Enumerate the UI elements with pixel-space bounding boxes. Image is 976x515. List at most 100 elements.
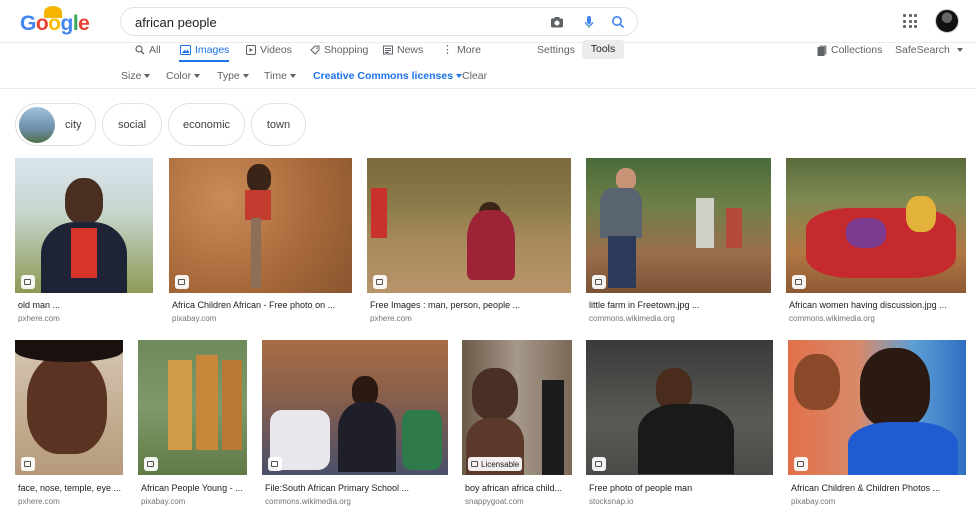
tab-all[interactable]: All — [135, 43, 161, 57]
filter-label: Creative Commons licenses — [313, 70, 454, 82]
result-tile[interactable]: African People Young - ... pixabay.com — [138, 340, 247, 510]
filter-type[interactable]: Type — [217, 70, 249, 82]
result-tile[interactable]: face, nose, temple, eye ... pxhere.com — [15, 340, 123, 510]
result-source[interactable]: pxhere.com — [18, 314, 60, 323]
result-caption[interactable]: File:South African Primary School ... — [265, 483, 451, 493]
result-caption[interactable]: African Children & Children Photos ... — [791, 483, 969, 493]
result-tile[interactable]: African Children & Children Photos ... p… — [788, 340, 966, 510]
result-image[interactable] — [462, 340, 572, 475]
result-tile[interactable]: Free Images : man, person, people ... px… — [367, 158, 571, 325]
chip-town[interactable]: town — [251, 103, 306, 146]
image-badge — [373, 275, 387, 289]
result-tile[interactable]: Africa Children African - Free photo on … — [169, 158, 352, 325]
tab-images[interactable]: Images — [180, 43, 229, 57]
face — [27, 354, 107, 454]
filter-color[interactable]: Color — [166, 70, 201, 82]
image-badge — [792, 275, 806, 289]
tab-more[interactable]: ⋮ More — [442, 43, 481, 57]
result-source[interactable]: commons.wikimedia.org — [789, 314, 875, 323]
filter-size[interactable]: Size — [121, 70, 151, 82]
result-source[interactable]: stocksnap.io — [589, 497, 633, 506]
result-caption[interactable]: Africa Children African - Free photo on … — [172, 300, 355, 310]
result-tile[interactable]: African women having discussion.jpg ... … — [786, 158, 966, 325]
clear-filters[interactable]: Clear — [462, 70, 487, 82]
result-image[interactable] — [15, 158, 153, 293]
caret-down-icon — [144, 74, 151, 79]
search-icon[interactable] — [610, 14, 626, 30]
search-input[interactable] — [135, 13, 535, 31]
result-caption[interactable]: African People Young - ... — [141, 483, 250, 493]
hair — [15, 340, 123, 362]
tools-label: Tools — [590, 43, 616, 55]
tab-videos[interactable]: Videos — [246, 43, 292, 57]
teacher — [338, 402, 396, 472]
result-caption[interactable]: little farm in Freetown.jpg ... — [589, 300, 774, 310]
chip-economic[interactable]: economic — [168, 103, 245, 146]
safesearch-dropdown[interactable]: SafeSearch — [895, 43, 963, 57]
result-image[interactable] — [169, 158, 352, 293]
result-tile[interactable]: Free photo of people man stocksnap.io — [586, 340, 773, 510]
result-image[interactable] — [138, 340, 247, 475]
result-image[interactable] — [367, 158, 571, 293]
result-caption[interactable]: Free Images : man, person, people ... — [370, 300, 574, 310]
apps-grid-icon[interactable] — [903, 14, 917, 28]
search-icon — [135, 45, 145, 55]
settings-link[interactable]: Settings — [537, 43, 575, 57]
result-image[interactable] — [786, 158, 966, 293]
result-image[interactable] — [262, 340, 448, 475]
google-images-page: Google All Images Videos Shopping Ne — [0, 0, 976, 515]
dress — [168, 360, 192, 450]
image-badge — [144, 457, 158, 471]
result-source[interactable]: commons.wikimedia.org — [265, 497, 351, 506]
result-caption[interactable]: face, nose, temple, eye ... — [18, 483, 126, 493]
licensable-badge[interactable]: Licensable — [468, 457, 523, 471]
caret-down-icon — [242, 74, 249, 79]
result-source[interactable]: pixabay.com — [172, 314, 216, 323]
tab-label: Videos — [260, 44, 292, 56]
adult-leg — [542, 380, 564, 475]
collections-link[interactable]: Collections — [817, 43, 882, 57]
child-head — [794, 354, 840, 410]
image-badge — [21, 275, 35, 289]
shirt — [71, 228, 97, 278]
result-tile[interactable]: old man ... pxhere.com — [15, 158, 153, 325]
image-badge — [21, 457, 35, 471]
filter-time[interactable]: Time — [264, 70, 296, 82]
camera-icon[interactable] — [549, 14, 565, 30]
result-tile[interactable]: little farm in Freetown.jpg ... commons.… — [586, 158, 771, 325]
filter-license[interactable]: Creative Commons licenses — [313, 70, 463, 82]
chip-label: town — [266, 118, 291, 131]
result-source[interactable]: pxhere.com — [370, 314, 412, 323]
result-tile[interactable]: Licensable boy african africa child... s… — [462, 340, 572, 510]
tag-icon — [310, 45, 320, 55]
result-caption[interactable]: boy african africa child... — [465, 483, 575, 493]
google-logo[interactable]: Google — [20, 6, 90, 36]
badge-label: Licensable — [481, 459, 520, 469]
account-avatar[interactable] — [935, 9, 959, 33]
tools-button[interactable]: Tools — [582, 40, 624, 59]
result-image[interactable] — [15, 340, 123, 475]
result-image[interactable] — [586, 340, 773, 475]
result-image[interactable] — [586, 158, 771, 293]
dress — [196, 355, 218, 450]
result-caption[interactable]: Free photo of people man — [589, 483, 776, 493]
result-tile[interactable]: File:South African Primary School ... co… — [262, 340, 448, 510]
result-image[interactable] — [788, 340, 966, 475]
chip-social[interactable]: social — [102, 103, 162, 146]
result-source[interactable]: pixabay.com — [141, 497, 185, 506]
result-source[interactable]: snappygoat.com — [465, 497, 524, 506]
image-icon — [795, 279, 802, 285]
chip-city[interactable]: city — [15, 103, 96, 146]
child-head — [472, 368, 518, 420]
jacket — [638, 404, 734, 474]
microphone-icon[interactable] — [581, 14, 597, 30]
result-caption[interactable]: old man ... — [18, 300, 156, 310]
result-source[interactable]: pixabay.com — [791, 497, 835, 506]
pupils — [402, 410, 442, 470]
tab-news[interactable]: News — [383, 43, 423, 57]
search-box[interactable] — [120, 7, 638, 36]
result-source[interactable]: pxhere.com — [18, 497, 60, 506]
result-source[interactable]: commons.wikimedia.org — [589, 314, 675, 323]
tab-shopping[interactable]: Shopping — [310, 43, 368, 57]
result-caption[interactable]: African women having discussion.jpg ... — [789, 300, 969, 310]
